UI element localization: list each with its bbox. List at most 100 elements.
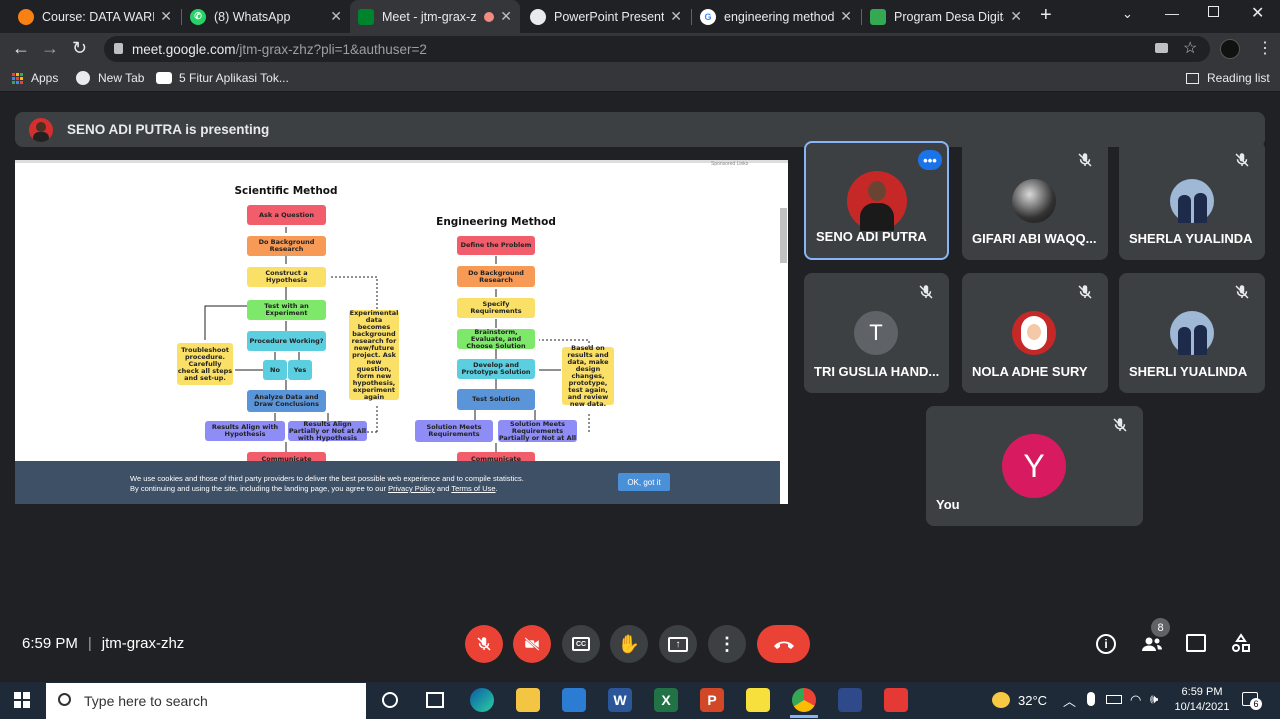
mic-off-icon bbox=[1113, 418, 1127, 432]
doc-icon bbox=[870, 8, 886, 25]
chat-icon[interactable] bbox=[1186, 634, 1206, 652]
cookie-ok-button[interactable]: OK, got it bbox=[618, 473, 670, 491]
close-icon[interactable]: ✕ bbox=[1010, 8, 1022, 25]
participant-tile-sherli[interactable]: SHERLI YUALINDA bbox=[1119, 273, 1265, 393]
participant-tile-nola[interactable]: NOLA ADHE SURY bbox=[962, 273, 1108, 393]
camera-toggle-button[interactable] bbox=[513, 625, 551, 663]
tab-course[interactable]: Course: DATA WAREH ✕ bbox=[10, 0, 180, 33]
people-button[interactable]: 8 bbox=[1140, 618, 1170, 656]
excel-icon[interactable]: X bbox=[654, 688, 678, 712]
new-tab-icon[interactable]: + bbox=[1040, 4, 1052, 27]
camera-indicator-icon[interactable] bbox=[1155, 43, 1168, 53]
word-icon[interactable]: W bbox=[608, 688, 632, 712]
task-view-icon[interactable] bbox=[426, 692, 444, 708]
close-window-icon[interactable]: ✕ bbox=[1251, 3, 1264, 23]
privacy-policy-link[interactable]: Privacy Policy bbox=[388, 484, 435, 493]
mic-off-icon bbox=[477, 637, 491, 651]
app-icon[interactable] bbox=[838, 688, 862, 712]
more-options-button[interactable]: ⋮ bbox=[708, 625, 746, 663]
present-button[interactable]: ↑ bbox=[659, 625, 697, 663]
battery-icon[interactable] bbox=[1106, 695, 1122, 704]
sticky-notes-icon[interactable] bbox=[746, 688, 770, 712]
participant-name: TRI GUSLIA HAND... bbox=[814, 364, 940, 379]
tab-whatsapp[interactable]: ✆ (8) WhatsApp ✕ bbox=[182, 0, 350, 33]
google-icon: G bbox=[700, 8, 716, 25]
terms-link[interactable]: Terms of Use bbox=[451, 484, 495, 493]
globe-icon bbox=[530, 8, 546, 25]
cortana-icon[interactable] bbox=[382, 692, 398, 708]
tab-strip: Course: DATA WAREH ✕ ✆ (8) WhatsApp ✕ Meet… bbox=[0, 0, 1280, 33]
mail-icon[interactable] bbox=[562, 688, 586, 712]
flowchart-arrows bbox=[204, 227, 590, 452]
eng-step-research: Do Background Research bbox=[457, 266, 535, 287]
menu-icon[interactable]: ⋮ bbox=[1257, 38, 1273, 58]
tray-chevron-icon[interactable]: ︿ bbox=[1063, 691, 1076, 710]
clock-time: 6:59 PM bbox=[1181, 686, 1223, 698]
mic-tray-icon[interactable] bbox=[1087, 692, 1095, 706]
profile-avatar[interactable] bbox=[1220, 39, 1240, 59]
eng-step-meets: Solution Meets Requirements bbox=[415, 420, 493, 442]
maximize-icon[interactable] bbox=[1208, 6, 1219, 17]
avatar: T bbox=[854, 311, 898, 355]
tab-meet[interactable]: Meet - jtm-grax-z ✕ bbox=[350, 0, 520, 33]
notification-icon[interactable]: 6 bbox=[1242, 692, 1262, 710]
close-icon[interactable]: ✕ bbox=[500, 8, 512, 25]
close-icon[interactable]: ✕ bbox=[160, 8, 172, 25]
address-bar[interactable]: meet.google.com/jtm-grax-zhz?pli=1&authu… bbox=[104, 36, 1210, 62]
participant-tile-tri[interactable]: T TRI GUSLIA HAND... bbox=[804, 273, 949, 393]
more-options-icon[interactable]: ••• bbox=[918, 150, 942, 170]
participant-tile-gifari[interactable]: GIFARI ABI WAQQ... bbox=[962, 141, 1108, 260]
bookmark-apps[interactable]: Apps bbox=[12, 71, 58, 85]
bookmarks-bar: Apps New Tab 5 Fitur Aplikasi Tok... Rea… bbox=[0, 64, 1280, 92]
tab-engineering[interactable]: G engineering method v ✕ bbox=[692, 0, 860, 33]
tab-search-icon[interactable]: ⌄ bbox=[1122, 6, 1133, 22]
participant-tile-sherla[interactable]: SHERLA YUALINDA bbox=[1119, 141, 1265, 260]
eng-results-note: Based on results and data, make design c… bbox=[562, 344, 614, 407]
file-explorer-icon[interactable] bbox=[516, 688, 540, 712]
sci-step-yes: Yes bbox=[288, 360, 312, 380]
back-icon[interactable]: ← bbox=[12, 38, 30, 59]
sci-step-align: Results Align with Hypothesis bbox=[205, 421, 285, 441]
clock[interactable]: 6:59 PM 10/14/2021 bbox=[1172, 685, 1232, 715]
participant-tile-seno[interactable]: ••• SENO ADI PUTRA bbox=[804, 141, 949, 260]
tab-powerpoint[interactable]: PowerPoint Presentati ✕ bbox=[522, 0, 690, 33]
meet-icon bbox=[358, 8, 374, 25]
powerpoint-icon[interactable]: P bbox=[700, 688, 724, 712]
volume-icon[interactable]: 🕪 bbox=[1150, 691, 1158, 707]
reload-icon[interactable]: ↻ bbox=[72, 38, 87, 59]
wifi-icon[interactable]: ◠ bbox=[1130, 692, 1141, 708]
close-icon[interactable]: ✕ bbox=[330, 8, 342, 25]
address-path: /jtm-grax-zhz?pli=1&authuser=2 bbox=[235, 41, 427, 57]
sci-step-experiment: Test with an Experiment bbox=[247, 300, 326, 320]
eng-step-test: Test Solution bbox=[457, 389, 535, 410]
activities-button[interactable] bbox=[1231, 633, 1251, 653]
lock-icon bbox=[114, 43, 123, 54]
info-icon[interactable]: i bbox=[1096, 634, 1116, 654]
chrome-icon[interactable] bbox=[792, 688, 816, 712]
video-editor-icon[interactable] bbox=[884, 688, 908, 712]
cookie-and-text: and bbox=[436, 484, 450, 493]
more-vert-icon: ⋮ bbox=[718, 633, 736, 654]
captions-button[interactable]: CC bbox=[562, 625, 600, 663]
mic-toggle-button[interactable] bbox=[465, 625, 503, 663]
windows-start-icon[interactable] bbox=[14, 692, 30, 708]
edge-icon[interactable] bbox=[470, 688, 494, 712]
close-icon[interactable]: ✕ bbox=[840, 8, 852, 25]
reading-list-button[interactable]: Reading list bbox=[1186, 71, 1270, 85]
leave-call-button[interactable] bbox=[757, 625, 810, 663]
close-icon[interactable]: ✕ bbox=[670, 8, 682, 25]
taskbar-search-box[interactable]: Type here to search bbox=[46, 683, 366, 719]
sci-troubleshoot-note: Troubleshoot procedure. Carefully check … bbox=[177, 343, 233, 385]
bookmark-new-tab[interactable]: New Tab bbox=[76, 71, 144, 85]
apps-grid-icon bbox=[12, 72, 23, 84]
meeting-code[interactable]: jtm-grax-zhz bbox=[102, 635, 185, 652]
tab-desa-digital[interactable]: Program Desa Digital ✕ bbox=[862, 0, 1030, 33]
bookmark-fitur[interactable]: 5 Fitur Aplikasi Tok... bbox=[156, 71, 289, 85]
raise-hand-button[interactable]: ✋ bbox=[610, 625, 648, 663]
forward-icon[interactable]: → bbox=[41, 38, 59, 59]
bookmark-star-icon[interactable]: ☆ bbox=[1183, 38, 1197, 58]
weather-temp[interactable]: 32°C bbox=[1018, 693, 1047, 708]
minimize-icon[interactable]: — bbox=[1165, 5, 1179, 21]
cookie-text-2: By continuing and using the site, includ… bbox=[130, 484, 498, 493]
participant-tile-you[interactable]: Y You bbox=[926, 406, 1143, 526]
